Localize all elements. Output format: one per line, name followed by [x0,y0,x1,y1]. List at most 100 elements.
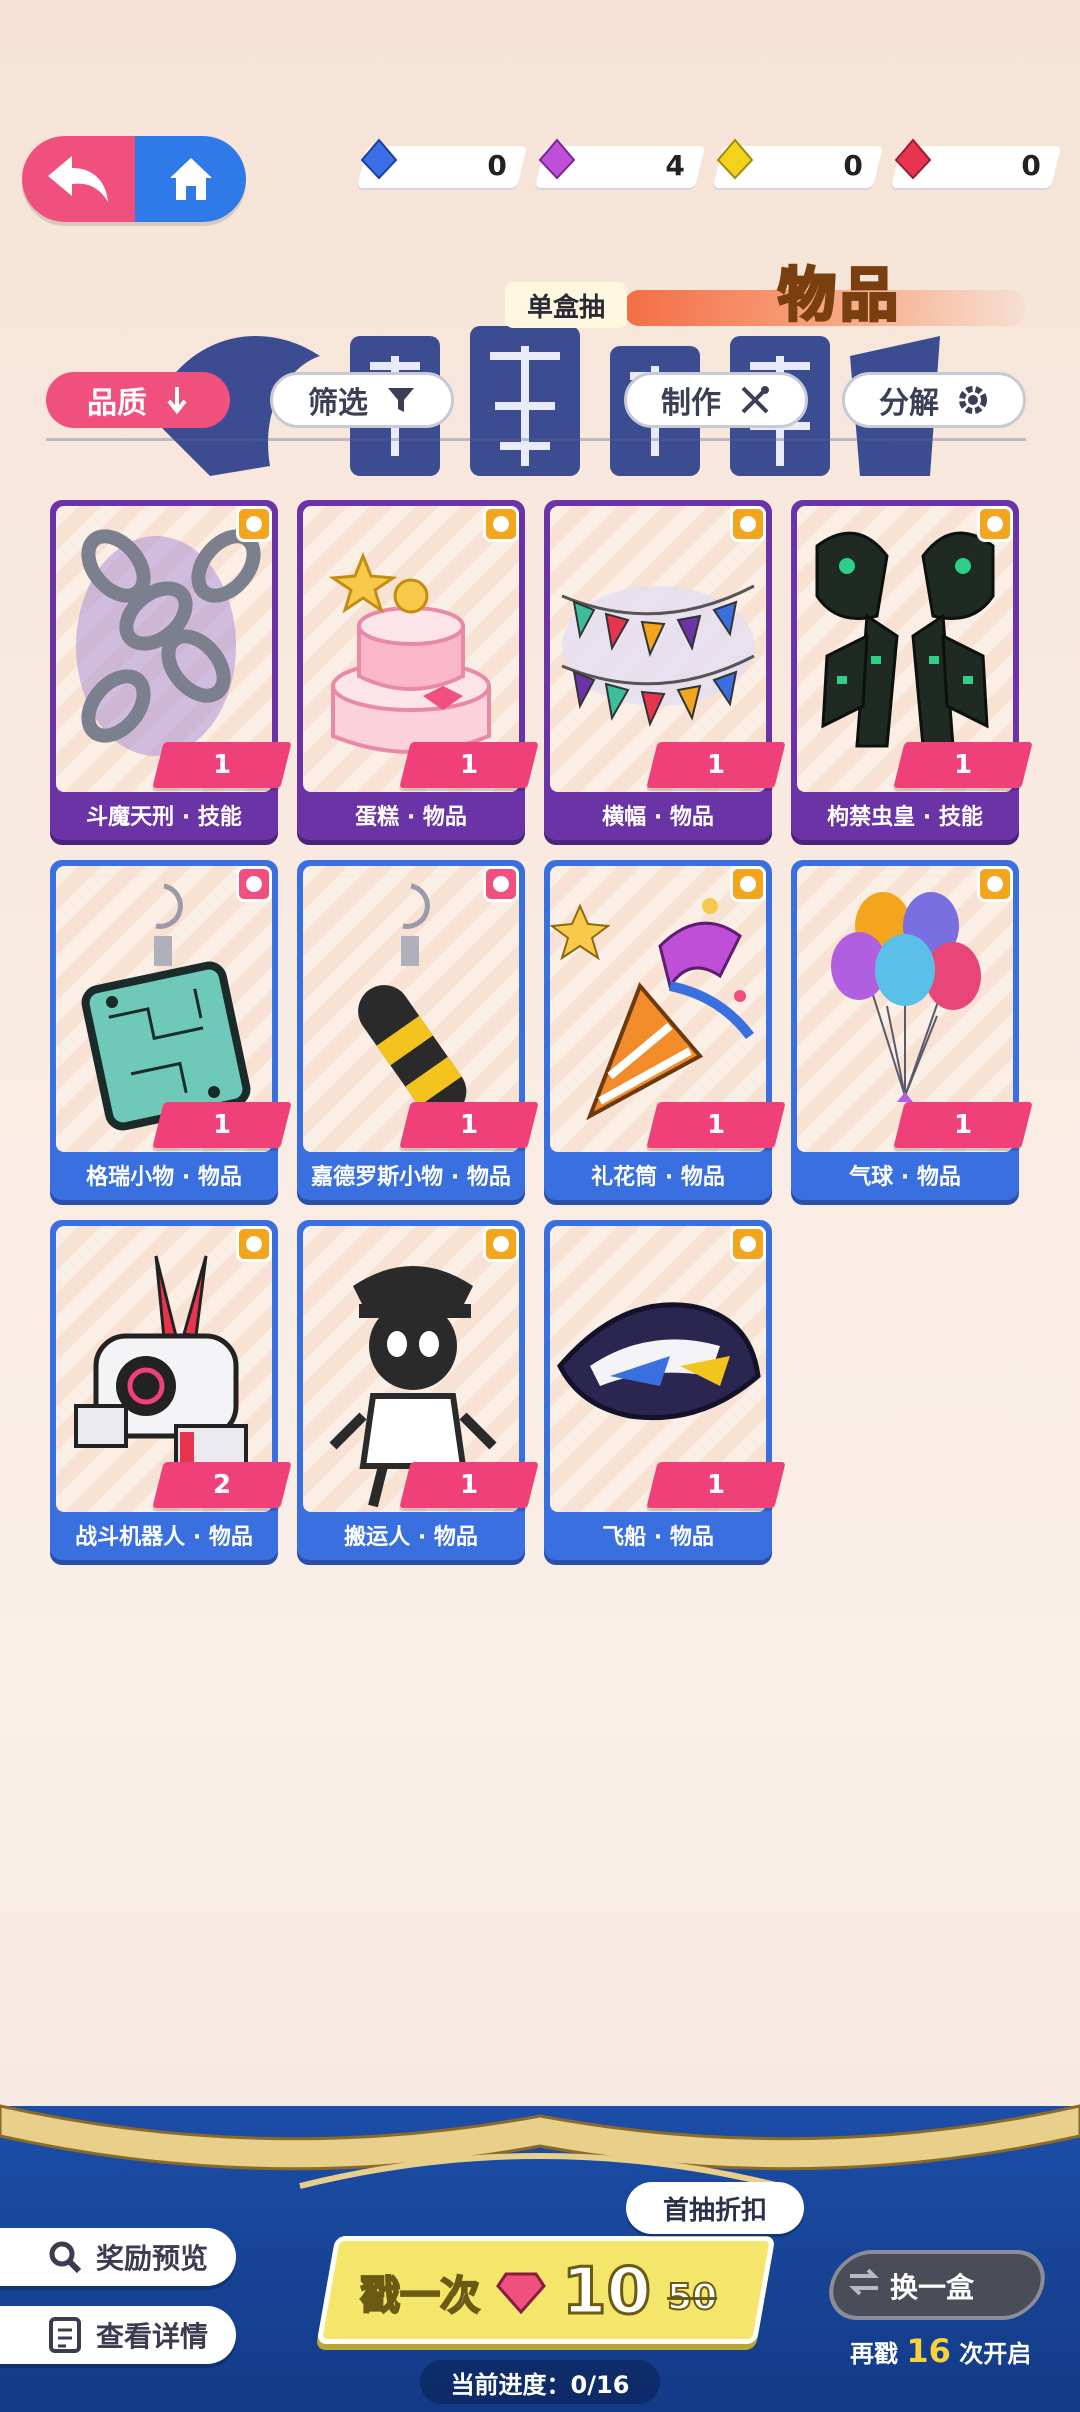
draw-price-old: 50 [666,2276,718,2319]
item-card[interactable]: 1 枸禁虫皇 · 技能 [791,500,1033,840]
view-details-label: 查看详情 [96,2320,209,2353]
swap-prefix: 再戳 [850,2340,898,2368]
item-name: 蛋糕 · 物品 [355,805,467,830]
pink-gem-icon [496,2272,546,2314]
item-name: 搬运人 · 物品 [344,1525,478,1550]
yellow-gem-icon [716,138,754,180]
rarity-badge [730,866,766,902]
item-count: 1 [152,742,292,788]
rarity-badge [236,506,272,542]
item-card[interactable]: 1 斗魔天刑 · 技能 [50,500,292,840]
item-count: 1 [152,1102,292,1148]
funnel-icon [388,388,414,412]
item-count: 1 [646,1102,786,1148]
gear-icon [959,386,987,414]
item-name: 斗魔天刑 · 技能 [86,805,242,830]
item-card[interactable]: 2 战斗机器人 · 物品 [50,1220,292,1560]
rarity-badge [236,1226,272,1262]
item-count: 1 [399,1462,539,1508]
item-name: 战斗机器人 · 物品 [75,1525,253,1550]
item-count-value: 1 [459,1470,479,1500]
craft-label: 制作 [661,386,721,421]
craft-button[interactable]: 制作 [624,372,808,428]
currency-blue-value: 0 [486,149,507,182]
item-count: 1 [646,742,786,788]
swap-remaining-count: 16 [906,2332,951,2370]
first-draw-discount-tag: 首抽折扣 [626,2182,804,2234]
search-icon [49,2241,82,2274]
item-card[interactable]: 1 飞船 · 物品 [544,1220,786,1560]
purple-gem-icon [538,138,576,180]
draw-once-label: 戳一次 [359,2272,481,2320]
item-count-value: 1 [212,750,232,780]
draw-once-content: 戳一次 10 50 [359,2244,740,2340]
tools-icon [741,386,769,414]
red-gem-icon [894,138,932,180]
item-card[interactable]: 1 嘉德罗斯小物 · 物品 [297,860,539,1200]
quality-sort-button[interactable]: 品质 [46,372,230,428]
item-card[interactable]: 1 搬运人 · 物品 [297,1220,539,1560]
rarity-badge [236,866,272,902]
filter-divider [46,438,1026,441]
filter-button[interactable]: 筛选 [270,372,454,428]
item-count-value: 1 [459,750,479,780]
home-icon [169,158,212,200]
item-count-value: 1 [706,1110,726,1140]
quality-sort-label: 品质 [87,386,147,421]
rarity-badge [977,506,1013,542]
document-icon [49,2317,81,2353]
category-title: 物品 [776,260,903,331]
item-count-value: 1 [459,1110,479,1140]
back-button[interactable] [22,136,135,222]
item-count-value: 1 [953,1110,973,1140]
swap-icon [849,2268,879,2296]
rarity-badge [977,866,1013,902]
currency-purple-value: 4 [664,149,685,182]
currency-red-value: 0 [1020,149,1041,182]
item-name: 气球 · 物品 [849,1165,961,1190]
reward-preview-label: 奖励预览 [96,2242,209,2275]
nav-pill [22,136,246,222]
box-label: 单盒抽 [505,282,628,328]
currency-yellow-value: 0 [842,149,863,182]
reward-preview-button[interactable]: 奖励预览 [0,2228,236,2286]
item-name: 礼花筒 · 物品 [591,1165,725,1190]
progress-indicator: 当前进度：0/16 [420,2360,660,2404]
item-count: 1 [399,1102,539,1148]
item-count: 1 [893,742,1033,788]
item-card[interactable]: 1 蛋糕 · 物品 [297,500,539,840]
view-details-button[interactable]: 查看详情 [0,2306,236,2364]
item-card[interactable]: 1 横幅 · 物品 [544,500,786,840]
item-count: 1 [399,742,539,788]
home-button[interactable] [135,136,246,222]
item-count-value: 1 [212,1110,232,1140]
item-card[interactable]: 1 格瑞小物 · 物品 [50,860,292,1200]
rarity-badge [730,1226,766,1262]
item-name: 枸禁虫皇 · 技能 [827,805,983,830]
item-name: 格瑞小物 · 物品 [86,1165,242,1190]
rarity-badge [730,506,766,542]
swap-suffix: 次开启 [959,2340,1032,2368]
rarity-badge [483,506,519,542]
item-count-value: 1 [953,750,973,780]
swap-box-label: 换一盒 [890,2271,975,2304]
swap-unlock-info: 再戳 16 次开启 [850,2332,1031,2370]
item-count-value: 1 [706,1470,726,1500]
down-arrow-icon [167,387,187,415]
draw-price: 10 [560,2254,652,2331]
blue-gem-icon [360,138,398,180]
item-card[interactable]: 1 气球 · 物品 [791,860,1033,1200]
item-card[interactable]: 1 礼花筒 · 物品 [544,860,786,1200]
bottom-ornament [0,2104,1080,2189]
item-name: 横幅 · 物品 [602,805,714,830]
item-name: 嘉德罗斯小物 · 物品 [311,1165,511,1190]
item-name: 飞船 · 物品 [602,1525,714,1550]
rarity-badge [483,866,519,902]
filter-label: 筛选 [308,386,368,421]
item-count-value: 1 [706,750,726,780]
decompose-label: 分解 [879,386,939,421]
item-count: 1 [893,1102,1033,1148]
back-arrow-icon [47,156,108,202]
item-count: 2 [152,1462,292,1508]
decompose-button[interactable]: 分解 [842,372,1026,428]
